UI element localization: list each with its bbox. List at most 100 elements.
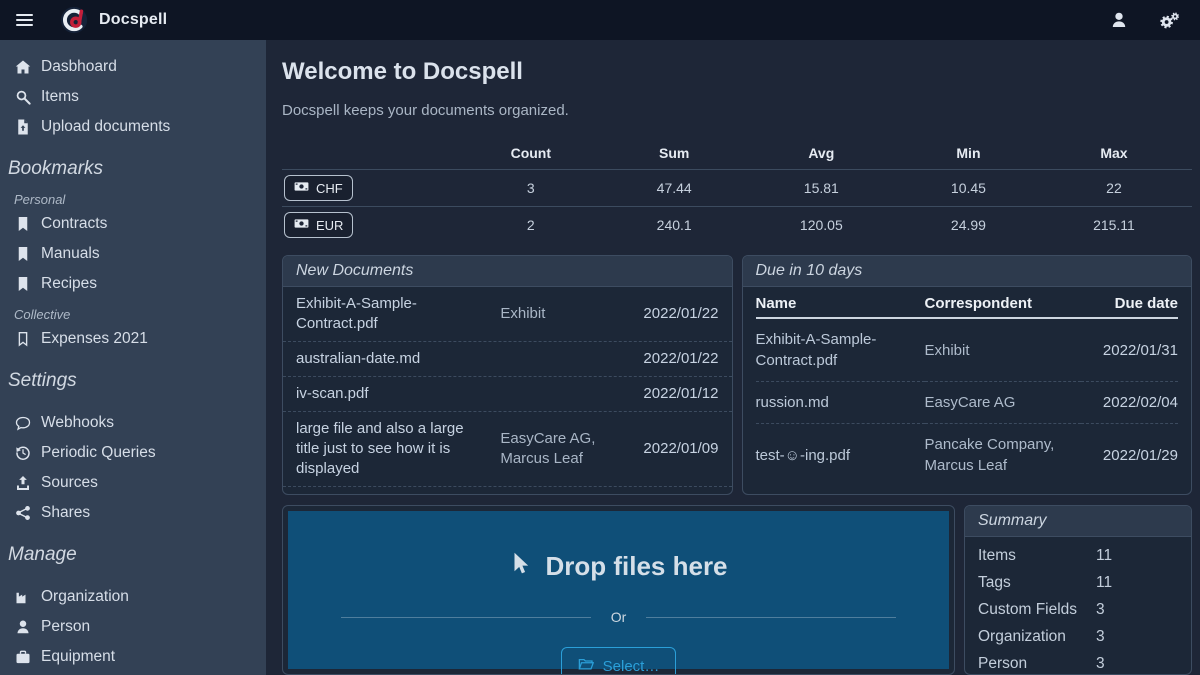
due-col-due-date: Due date bbox=[1081, 287, 1178, 318]
sidebar-item-organization[interactable]: Organization bbox=[0, 582, 266, 612]
due-correspondent: Exhibit bbox=[925, 318, 1081, 382]
sidebar-item-recipes[interactable]: Recipes bbox=[0, 269, 266, 299]
home-icon bbox=[14, 59, 32, 75]
bookmark-outline-icon bbox=[14, 331, 32, 347]
stats-header-row: CountSumAvgMinMax bbox=[282, 139, 1192, 170]
stats-col-sum: Sum bbox=[607, 139, 742, 170]
stats-value-max: 215.11 bbox=[1036, 207, 1192, 244]
equipment-icon bbox=[14, 649, 32, 665]
bookmark-icon bbox=[14, 216, 32, 232]
sidebar-item-dasbhoard[interactable]: Dasbhoard bbox=[0, 52, 266, 82]
topbar: Docspell bbox=[0, 0, 1200, 40]
new-document-row[interactable]: australian-date.md 2022/01/22 bbox=[283, 341, 732, 376]
document-correspondent: Exhibit bbox=[500, 304, 626, 324]
bookmark-icon bbox=[14, 276, 32, 292]
document-name[interactable]: australian-date.md bbox=[296, 349, 490, 369]
due-name[interactable]: test-☺-ing.pdf bbox=[756, 424, 925, 487]
summary-row-custom-fields: Custom Fields3 bbox=[965, 596, 1191, 623]
sidebar-item-label: Equipment bbox=[41, 648, 115, 666]
sidebar-item-label: Expenses 2021 bbox=[41, 330, 148, 348]
sidebar-section-settings: Settings bbox=[0, 354, 266, 396]
document-correspondent: EasyCare AG, Marcus Leaf bbox=[500, 429, 626, 469]
due-col-name: Name bbox=[756, 287, 925, 318]
file-dropzone[interactable]: Drop files here Or Select… bbox=[288, 511, 949, 669]
share-icon bbox=[14, 505, 32, 521]
currency-badge-eur[interactable]: EUR bbox=[284, 212, 353, 238]
sidebar-item-label: Dasbhoard bbox=[41, 58, 117, 76]
sidebar-item-sources[interactable]: Sources bbox=[0, 468, 266, 498]
due-date: 2022/02/04 bbox=[1081, 382, 1178, 424]
currency-badge-chf[interactable]: CHF bbox=[284, 175, 353, 201]
mouse-pointer-icon bbox=[509, 551, 531, 582]
sidebar-item-label: Organization bbox=[41, 588, 129, 606]
stats-corner bbox=[282, 139, 455, 170]
summary-value: 3 bbox=[1096, 653, 1178, 674]
due-row[interactable]: test-☺-ing.pdfPancake Company, Marcus Le… bbox=[756, 424, 1179, 487]
bookmark-icon bbox=[14, 246, 32, 262]
history-icon bbox=[14, 445, 32, 461]
new-document-row[interactable]: iv-scan.pdf 2022/01/12 bbox=[283, 376, 732, 411]
main-content: Welcome to Docspell Docspell keeps your … bbox=[266, 40, 1200, 675]
page-title: Welcome to Docspell bbox=[282, 58, 1192, 86]
document-date: 2022/01/12 bbox=[637, 384, 719, 404]
docspell-logo-icon bbox=[60, 6, 88, 34]
stats-value-sum: 240.1 bbox=[607, 207, 742, 244]
due-row[interactable]: Exhibit-A-Sample-Contract.pdfExhibit2022… bbox=[756, 318, 1179, 382]
sidebar-item-label: Periodic Queries bbox=[41, 444, 156, 462]
summary-panel: Summary Items11Tags11Custom Fields3Organ… bbox=[964, 505, 1192, 675]
or-divider: Or bbox=[341, 609, 896, 625]
user-icon[interactable] bbox=[1110, 11, 1128, 29]
sidebar-item-shares[interactable]: Shares bbox=[0, 498, 266, 528]
sidebar-item-label: Manuals bbox=[41, 245, 100, 263]
due-name[interactable]: Exhibit-A-Sample-Contract.pdf bbox=[756, 318, 925, 382]
sidebar-item-label: Items bbox=[41, 88, 79, 106]
summary-row-organization: Organization3 bbox=[965, 623, 1191, 650]
due-name[interactable]: russion.md bbox=[756, 382, 925, 424]
select-files-button[interactable]: Select… bbox=[561, 647, 677, 675]
due-date: 2022/01/29 bbox=[1081, 424, 1178, 487]
sidebar-item-label: Webhooks bbox=[41, 414, 114, 432]
summary-value: 11 bbox=[1096, 545, 1178, 566]
sidebar-item-equipment[interactable]: Equipment bbox=[0, 642, 266, 672]
menu-toggle-button[interactable] bbox=[0, 0, 48, 40]
summary-value: 3 bbox=[1096, 626, 1178, 647]
or-label: Or bbox=[611, 609, 627, 625]
sidebar-item-upload-documents[interactable]: Upload documents bbox=[0, 112, 266, 142]
new-document-row[interactable]: test-☺-ing.pdfPancake Company, Marcus Le… bbox=[283, 486, 732, 495]
new-document-row[interactable]: large file and also a large title just t… bbox=[283, 411, 732, 486]
due-panel: Due in 10 days NameCorrespondentDue date… bbox=[742, 255, 1193, 495]
stats-row-chf: CHF347.4415.8110.4522 bbox=[282, 170, 1192, 207]
search-icon bbox=[14, 89, 32, 105]
upload-icon bbox=[14, 475, 32, 491]
new-document-row[interactable]: Exhibit-A-Sample-Contract.pdfExhibit2022… bbox=[283, 287, 732, 341]
currency-label: CHF bbox=[316, 181, 343, 196]
sidebar-item-label: Sources bbox=[41, 474, 98, 492]
new-documents-title: New Documents bbox=[283, 256, 732, 287]
upload-panel: Drop files here Or Select… bbox=[282, 505, 955, 675]
sidebar-item-contracts[interactable]: Contracts bbox=[0, 209, 266, 239]
sidebar-item-manuals[interactable]: Manuals bbox=[0, 239, 266, 269]
document-name[interactable]: iv-scan.pdf bbox=[296, 384, 490, 404]
stats-value-sum: 47.44 bbox=[607, 170, 742, 207]
sidebar-section-bookmarks: Bookmarks bbox=[0, 142, 266, 184]
sidebar-item-webhooks[interactable]: Webhooks bbox=[0, 408, 266, 438]
sidebar-item-periodic-queries[interactable]: Periodic Queries bbox=[0, 438, 266, 468]
due-col-correspondent: Correspondent bbox=[925, 287, 1081, 318]
stats-value-count: 3 bbox=[455, 170, 607, 207]
document-date: 2022/01/22 bbox=[637, 349, 719, 369]
summary-label: Custom Fields bbox=[978, 599, 1096, 620]
document-name[interactable]: Exhibit-A-Sample-Contract.pdf bbox=[296, 294, 490, 334]
sidebar-item-person[interactable]: Person bbox=[0, 612, 266, 642]
cogs-icon[interactable] bbox=[1158, 11, 1180, 30]
due-row[interactable]: russion.mdEasyCare AG2022/02/04 bbox=[756, 382, 1179, 424]
summary-row-tags: Tags11 bbox=[965, 569, 1191, 596]
sidebar-item-label: Upload documents bbox=[41, 118, 170, 136]
stats-col-max: Max bbox=[1036, 139, 1192, 170]
document-name[interactable]: large file and also a large title just t… bbox=[296, 419, 490, 479]
summary-label: Tags bbox=[978, 572, 1096, 593]
sidebar-item-items[interactable]: Items bbox=[0, 82, 266, 112]
summary-value: 3 bbox=[1096, 599, 1178, 620]
stats-value-avg: 120.05 bbox=[742, 207, 901, 244]
sidebar-item-expenses-2021[interactable]: Expenses 2021 bbox=[0, 324, 266, 354]
app-title: Docspell bbox=[99, 11, 167, 29]
